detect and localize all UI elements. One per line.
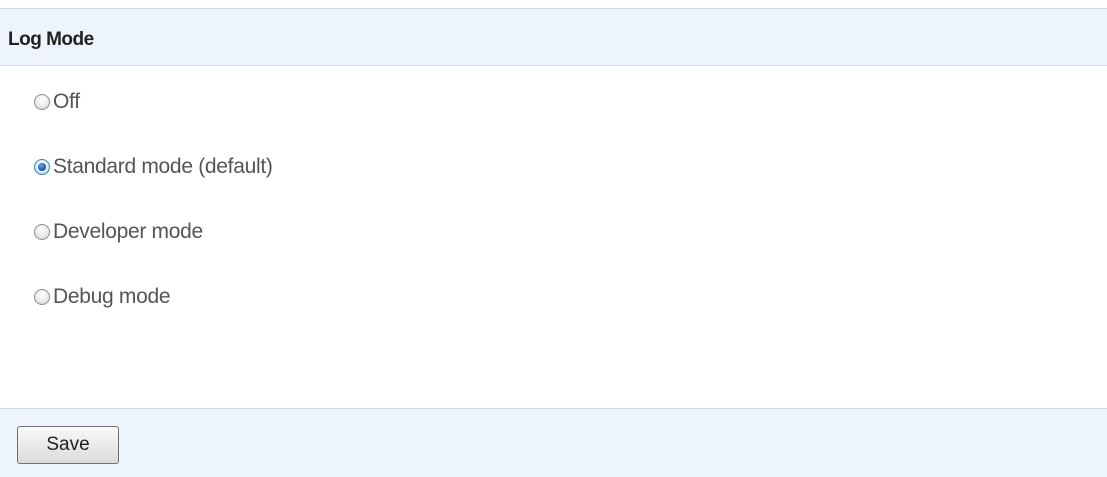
option-developer-mode-label[interactable]: Developer mode [53,218,203,246]
radio-off[interactable] [34,94,50,110]
option-debug-mode-label[interactable]: Debug mode [53,283,171,311]
option-off-label[interactable]: Off [53,88,80,116]
radio-developer-mode[interactable] [34,224,50,240]
radio-debug-mode[interactable] [34,289,50,305]
option-developer-mode[interactable]: Developer mode [34,218,273,283]
panel-footer: Save [0,408,1107,477]
option-standard-mode-label[interactable]: Standard mode (default) [53,153,273,181]
radio-standard-mode[interactable] [34,159,50,175]
panel-title: Log Mode [8,29,94,50]
log-mode-panel: Log Mode Off Standard mode (default) Dev… [0,0,1107,477]
option-debug-mode[interactable]: Debug mode [34,283,273,348]
save-button[interactable]: Save [17,426,119,464]
log-mode-radio-group: Off Standard mode (default) Developer mo… [34,88,273,348]
option-off[interactable]: Off [34,88,273,153]
option-standard-mode[interactable]: Standard mode (default) [34,153,273,218]
panel-header: Log Mode [0,8,1107,66]
